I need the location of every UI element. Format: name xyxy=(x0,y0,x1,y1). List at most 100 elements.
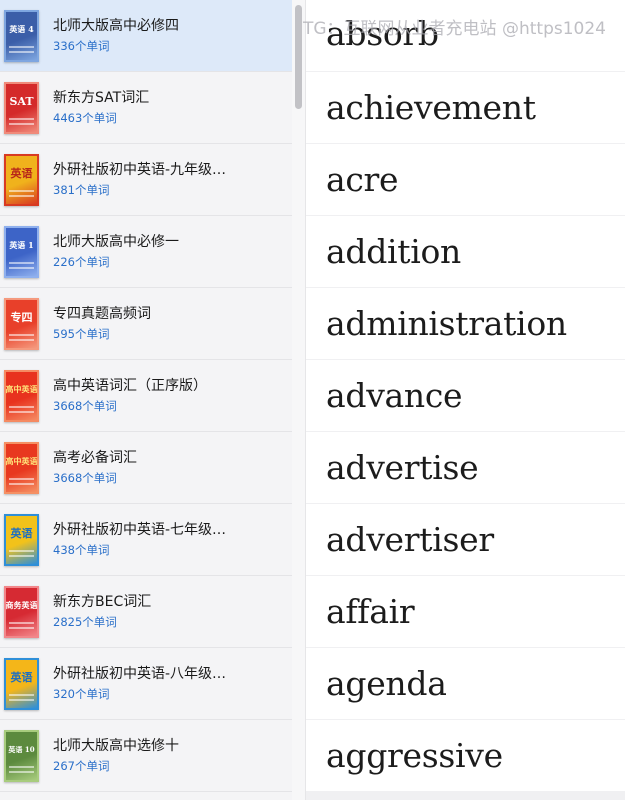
word-list-item[interactable]: aggressive xyxy=(306,720,625,791)
word-list-item[interactable]: achievement xyxy=(306,72,625,143)
book-title: 外研社版初中英语-七年级… xyxy=(53,522,227,538)
book-word-count: 336个单词 xyxy=(53,39,110,53)
book-list-item[interactable]: 英语 4 北师大版高中必修四 336个单词 xyxy=(0,0,292,72)
word-text: advertiser xyxy=(326,520,494,559)
book-list-item[interactable]: 英语 外研社版初中英语-九年级… 381个单词 xyxy=(0,144,292,216)
word-text: acre xyxy=(326,160,399,199)
word-list-item[interactable]: acre xyxy=(306,144,625,215)
cover-decoration xyxy=(9,621,34,624)
cover-decoration xyxy=(9,45,34,48)
book-info: 新东方BEC词汇 2825个单词 xyxy=(53,593,151,630)
cover-decoration xyxy=(9,266,34,269)
book-info: 北师大版高中选修十 267个单词 xyxy=(53,737,179,774)
word-text: administration xyxy=(326,304,567,343)
book-list-scrollbar[interactable] xyxy=(292,0,306,800)
word-list-item[interactable]: agenda xyxy=(306,648,625,719)
cover-decoration xyxy=(9,50,34,53)
cover-decoration xyxy=(9,333,34,336)
book-word-count: 438个单词 xyxy=(53,543,110,557)
word-text: agenda xyxy=(326,664,447,703)
book-list-item[interactable]: 英语 10 北师大版高中选修十 267个单词 xyxy=(0,720,292,792)
word-text: advance xyxy=(326,376,463,415)
scrollbar-thumb[interactable] xyxy=(295,5,302,109)
book-info: 外研社版初中英语-九年级… 381个单词 xyxy=(53,161,226,198)
book-word-count: 3668个单词 xyxy=(53,471,117,485)
word-list-item[interactable]: advertiser xyxy=(306,504,625,575)
word-list-item[interactable]: administration xyxy=(306,288,625,359)
book-title: 专四真题高频词 xyxy=(53,306,151,322)
book-cover-image: 英语 xyxy=(4,513,39,566)
book-cover-image: 高中英语 xyxy=(4,369,39,422)
word-list-item[interactable]: addition xyxy=(306,216,625,287)
book-cover-text: 英语 4 xyxy=(9,24,34,35)
book-word-count: 320个单词 xyxy=(53,687,110,701)
book-word-count: 595个单词 xyxy=(53,327,110,341)
word-text: advertise xyxy=(326,448,479,487)
book-info: 专四真题高频词 595个单词 xyxy=(53,305,151,342)
book-cover-image: 英语 1 xyxy=(4,225,39,278)
cover-decoration xyxy=(9,626,34,629)
cover-decoration xyxy=(9,410,34,413)
cover-decoration xyxy=(9,549,34,552)
cover-decoration xyxy=(9,554,34,557)
word-text: aggressive xyxy=(326,736,503,775)
word-list-item[interactable]: absorb xyxy=(306,0,625,71)
book-word-count: 2825个单词 xyxy=(53,615,117,629)
book-list-item[interactable]: 英语 1 北师大版高中必修一 226个单词 xyxy=(0,216,292,288)
cover-decoration xyxy=(9,693,34,696)
book-info: 北师大版高中必修一 226个单词 xyxy=(53,233,179,270)
book-info: 外研社版初中英语-八年级… 320个单词 xyxy=(53,665,226,702)
book-cover-text: 英语 1 xyxy=(9,240,34,251)
book-cover-text: 英语 xyxy=(10,166,33,180)
book-list-item[interactable]: 高中英语 高中英语词汇（正序版） 3668个单词 xyxy=(0,360,292,432)
book-list-item[interactable]: 高中英语 高考必备词汇 3668个单词 xyxy=(0,432,292,504)
book-list-item[interactable]: 商务英语 新东方BEC词汇 2825个单词 xyxy=(0,576,292,648)
word-text: absorb xyxy=(326,14,439,53)
cover-decoration xyxy=(9,698,34,701)
book-info: 高中英语词汇（正序版） 3668个单词 xyxy=(53,377,207,414)
app-window: 英语 4 北师大版高中必修四 336个单词 SAT 新东方SAT词汇 4463个单词 英语外… xyxy=(0,0,625,800)
book-list-item[interactable]: SAT 新东方SAT词汇 4463个单词 xyxy=(0,72,292,144)
book-list: 英语 4 北师大版高中必修四 336个单词 SAT 新东方SAT词汇 4463个单词 英语外… xyxy=(0,0,293,800)
book-title: 高中英语词汇（正序版） xyxy=(53,378,207,394)
book-info: 新东方SAT词汇 4463个单词 xyxy=(53,89,149,126)
book-cover-text: 高中英语 xyxy=(5,384,38,395)
book-title: 北师大版高中必修一 xyxy=(53,234,179,250)
cover-decoration xyxy=(9,477,34,480)
book-info: 外研社版初中英语-七年级… 438个单词 xyxy=(53,521,226,558)
book-word-count: 4463个单词 xyxy=(53,111,117,125)
book-word-count: 226个单词 xyxy=(53,255,110,269)
cover-decoration xyxy=(9,117,34,120)
book-cover-image: 专四 xyxy=(4,297,39,350)
word-list-item[interactable]: advance xyxy=(306,360,625,431)
cover-decoration xyxy=(9,194,34,197)
cover-decoration xyxy=(9,189,34,192)
cover-decoration xyxy=(9,261,34,264)
book-list-item[interactable]: 英语 外研社版初中英语-八年级… 320个单词 xyxy=(0,648,292,720)
book-title: 外研社版初中英语-九年级… xyxy=(53,162,227,178)
book-title: 北师大版高中必修四 xyxy=(53,18,179,34)
cover-decoration xyxy=(9,770,34,773)
book-title: 北师大版高中选修十 xyxy=(53,738,179,754)
word-list-item[interactable]: affair xyxy=(306,576,625,647)
book-cover-image: SAT xyxy=(4,81,39,134)
book-cover-text: 高中英语 xyxy=(5,456,38,467)
word-text: affair xyxy=(326,592,415,631)
cover-decoration xyxy=(9,122,34,125)
cover-decoration xyxy=(9,482,34,485)
book-cover-image: 英语 10 xyxy=(4,729,39,782)
book-list-item[interactable]: 专四 专四真题高频词 595个单词 xyxy=(0,288,292,360)
book-cover-image: 英语 xyxy=(4,657,39,710)
cover-decoration xyxy=(9,405,34,408)
word-text: achievement xyxy=(326,88,536,127)
word-list: absorb achievement acre addition administrat… xyxy=(306,0,625,800)
book-list-item[interactable]: 英语 外研社版初中英语-七年级… 438个单词 xyxy=(0,504,292,576)
book-cover-image: 英语 xyxy=(4,153,39,206)
book-info: 北师大版高中必修四 336个单词 xyxy=(53,17,179,54)
word-list-item[interactable]: advertise xyxy=(306,432,625,503)
book-cover-text: 专四 xyxy=(10,310,33,324)
cover-decoration xyxy=(9,338,34,341)
book-info: 高考必备词汇 3668个单词 xyxy=(53,449,137,486)
book-cover-text: 英语 10 xyxy=(8,744,35,754)
book-word-count: 381个单词 xyxy=(53,183,110,197)
